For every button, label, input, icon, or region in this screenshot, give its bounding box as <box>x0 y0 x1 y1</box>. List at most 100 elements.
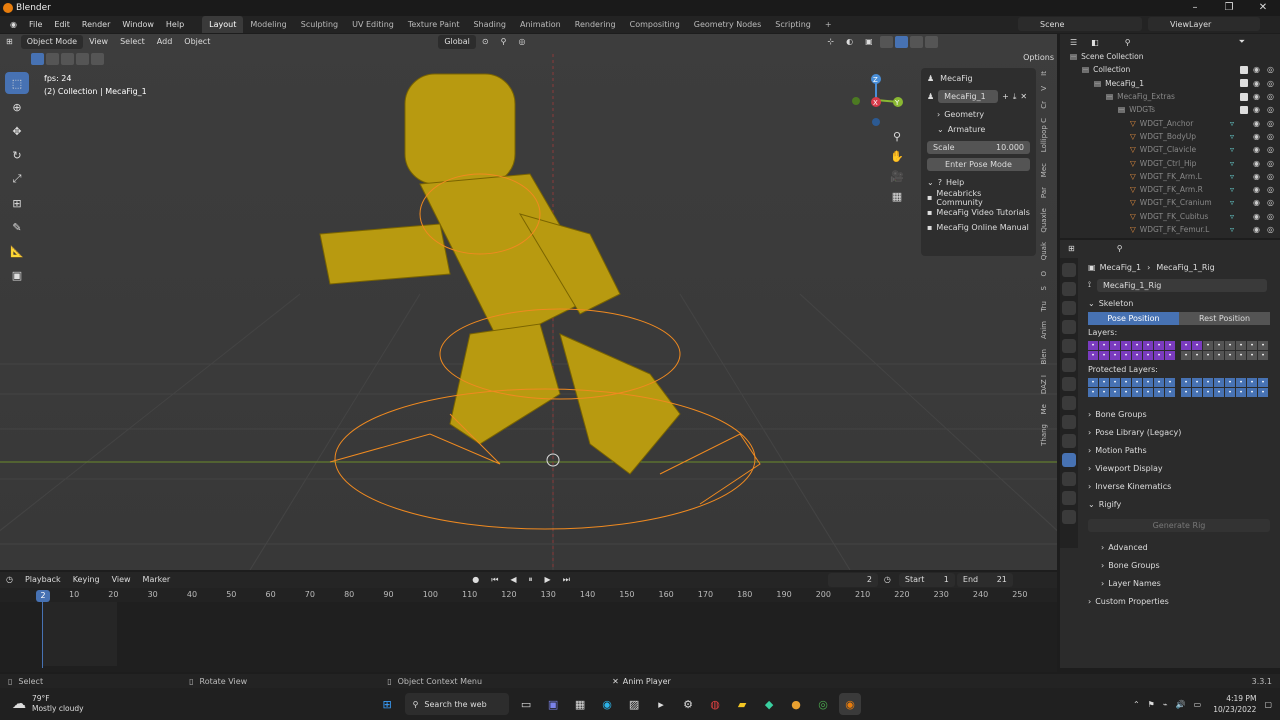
menu-object[interactable]: Object <box>178 35 216 49</box>
snap-icon[interactable]: ⚲ <box>495 35 513 49</box>
chrome-icon[interactable]: ◎ <box>812 693 834 715</box>
task-view-icon[interactable]: ▭ <box>515 693 537 715</box>
visibility-eye-icon[interactable]: ◉ <box>1253 132 1260 141</box>
bone-constraint-tab-icon[interactable] <box>1062 491 1076 505</box>
render-camera-icon[interactable]: ◎ <box>1267 225 1274 234</box>
layer-toggle[interactable]: • <box>1214 378 1224 387</box>
bone-tab-icon[interactable] <box>1062 472 1076 486</box>
visibility-eye-icon[interactable]: ◉ <box>1253 119 1260 128</box>
layer-toggle[interactable]: • <box>1203 351 1213 360</box>
select-invert-icon[interactable] <box>76 53 89 65</box>
visibility-eye-icon[interactable]: ◉ <box>1253 212 1260 221</box>
object-tab-icon[interactable] <box>1062 396 1076 410</box>
outliner-row[interactable]: ▽ WDGT_Anchor ▿ ◉ ◎ <box>1060 116 1280 129</box>
object-name-field[interactable]: MecaFig_1 <box>938 90 999 103</box>
visibility-eye-icon[interactable]: ◉ <box>1253 198 1260 207</box>
rigify-advanced-panel[interactable]: › Advanced <box>1083 538 1275 556</box>
modifier-tab-icon[interactable] <box>1062 415 1076 429</box>
proportional-edit-icon[interactable]: ◎ <box>512 35 531 49</box>
tab-scripting[interactable]: Scripting <box>768 16 818 33</box>
tab-modeling[interactable]: Modeling <box>243 16 293 33</box>
windows-start-icon[interactable]: ⊞ <box>376 693 398 715</box>
minimize-button[interactable]: – <box>1178 0 1212 16</box>
play-icon[interactable]: ▶ <box>539 573 557 587</box>
render-camera-icon[interactable]: ◎ <box>1267 198 1274 207</box>
layer-toggle[interactable]: • <box>1225 388 1235 397</box>
layer-toggle[interactable]: • <box>1088 351 1098 360</box>
sidebar-tab[interactable]: Cr <box>1040 98 1048 112</box>
outliner-row[interactable]: ▤ Scene Collection <box>1060 50 1280 63</box>
shading-solid-icon[interactable] <box>894 36 908 48</box>
layer-toggle[interactable]: • <box>1121 388 1131 397</box>
annotate-tool-icon[interactable]: ✎ <box>5 216 29 238</box>
scene-tab-icon[interactable] <box>1062 339 1076 353</box>
timeline-ruler[interactable]: 10 20 30 40 50 60 70 80 90 100 110 120 130 140 150 160 1… <box>0 588 1057 602</box>
rigify-bone-groups-panel[interactable]: › Bone Groups <box>1083 556 1275 574</box>
layer-toggle[interactable]: • <box>1110 378 1120 387</box>
layer-toggle[interactable]: • <box>1247 351 1257 360</box>
app-green-icon[interactable]: ◆ <box>758 693 780 715</box>
rotate-tool-icon[interactable]: ↻ <box>5 144 29 166</box>
sidebar-tab[interactable]: DAZ I <box>1040 372 1048 397</box>
properties-search-icon[interactable]: ⚲ <box>1117 244 1123 253</box>
cursor-tool-icon[interactable]: ⊕ <box>5 96 29 118</box>
layer-toggle[interactable]: • <box>1225 351 1235 360</box>
select-tool-icon[interactable]: ⬚ <box>5 72 29 94</box>
layer-toggle[interactable]: • <box>1181 341 1191 350</box>
add-figure-icon[interactable]: + <box>1002 92 1009 101</box>
chevron-up-icon[interactable]: ⌃ <box>1133 700 1140 709</box>
xray-icon[interactable]: ▣ <box>859 35 879 49</box>
app-icon[interactable]: ▦ <box>569 693 591 715</box>
layer-toggle[interactable]: • <box>1132 378 1142 387</box>
menu-playback[interactable]: Playback <box>19 573 67 587</box>
tab-rendering[interactable]: Rendering <box>568 16 623 33</box>
layer-toggle[interactable]: • <box>1214 351 1224 360</box>
include-checkbox[interactable] <box>1240 79 1248 88</box>
sidebar-tab[interactable]: Blen <box>1040 346 1048 368</box>
tab-compositing[interactable]: Compositing <box>623 16 687 33</box>
sidebar-tab[interactable]: Par <box>1040 184 1048 201</box>
visibility-eye-icon[interactable]: ◉ <box>1253 79 1260 88</box>
visibility-eye-icon[interactable]: ◉ <box>1253 172 1260 181</box>
menu-view[interactable]: View <box>83 35 114 49</box>
scale-tool-icon[interactable]: ⤢ <box>5 168 29 190</box>
render-camera-icon[interactable]: ◎ <box>1267 92 1274 101</box>
layer-toggle[interactable]: • <box>1258 351 1268 360</box>
outliner-row[interactable]: ▽ WDGT_FK_Arm.L ▿ ◉ ◎ <box>1060 170 1280 183</box>
tab-uv-editing[interactable]: UV Editing <box>345 16 401 33</box>
zoom-icon[interactable]: ⚲ <box>888 130 906 150</box>
transform-orientation-dropdown[interactable]: Global <box>438 35 476 49</box>
geometry-section[interactable]: › Geometry <box>927 107 1030 122</box>
viewport-display-panel[interactable]: › Viewport Display <box>1083 459 1275 477</box>
tab-shading[interactable]: Shading <box>466 16 513 33</box>
link-online-manual[interactable]: ▪ MecaFig Online Manual <box>927 220 1030 235</box>
layer-toggle[interactable]: • <box>1225 341 1235 350</box>
menu-view[interactable]: View <box>106 573 137 587</box>
close-button[interactable]: ✕ <box>1246 0 1280 16</box>
sidebar-tab[interactable]: Anim <box>1040 318 1048 342</box>
battery-icon[interactable]: ▭ <box>1194 700 1202 709</box>
menu-select[interactable]: Select <box>114 35 151 49</box>
end-frame-field[interactable]: End 21 <box>956 573 1013 587</box>
jump-start-icon[interactable]: ⏮ <box>485 573 504 587</box>
visibility-eye-icon[interactable]: ◉ <box>1253 185 1260 194</box>
menu-window[interactable]: Window <box>116 16 160 33</box>
tab-layout[interactable]: Layout <box>202 16 244 33</box>
tab-geometry-nodes[interactable]: Geometry Nodes <box>687 16 768 33</box>
bone-layers-grid-a[interactable]: • • • • • • • • • • • • • • • • <box>1088 341 1175 360</box>
add-workspace-button[interactable]: + <box>818 16 839 33</box>
overlay-toggle-icon[interactable]: ◐ <box>840 35 859 49</box>
menu-marker[interactable]: Marker <box>137 573 177 587</box>
app-orange-icon[interactable]: ● <box>785 693 807 715</box>
current-frame-field[interactable]: 2 <box>827 573 878 587</box>
layer-toggle[interactable]: • <box>1132 351 1142 360</box>
layer-toggle[interactable]: • <box>1110 388 1120 397</box>
include-checkbox[interactable] <box>1240 105 1248 114</box>
pose-library-panel[interactable]: › Pose Library (Legacy) <box>1083 423 1275 441</box>
layer-toggle[interactable]: • <box>1165 351 1175 360</box>
file-explorer-icon[interactable]: ▰ <box>731 693 753 715</box>
layer-toggle[interactable]: • <box>1181 351 1191 360</box>
custom-properties-panel[interactable]: › Custom Properties <box>1083 592 1275 610</box>
armature-section[interactable]: ⌄ Armature <box>927 122 1030 137</box>
sidebar-tab[interactable]: Thang <box>1040 421 1048 449</box>
